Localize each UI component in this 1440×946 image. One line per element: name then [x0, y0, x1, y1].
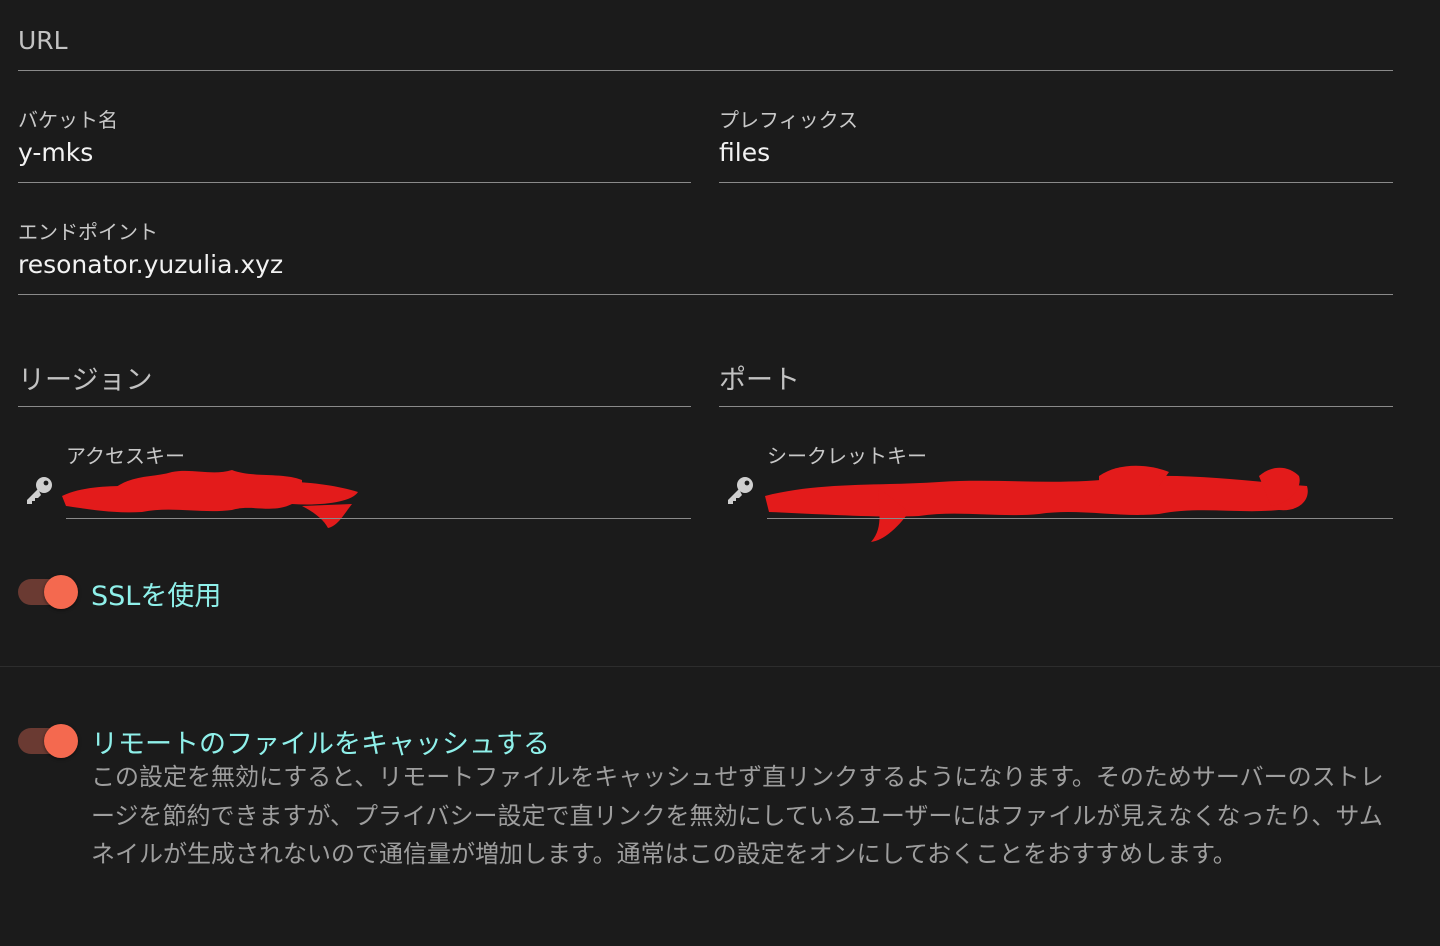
endpoint-input[interactable]: resonator.yuzulia.xyz: [18, 250, 283, 279]
key-icon: [725, 476, 755, 510]
region-underline: [18, 406, 691, 407]
port-label: ポート: [719, 365, 800, 396]
prefix-label: プレフィックス: [719, 108, 858, 132]
url-field[interactable]: URL: [18, 20, 1393, 72]
ssl-toggle[interactable]: [18, 570, 80, 614]
url-underline: [18, 70, 1393, 71]
url-label: URL: [18, 26, 68, 55]
access-key-underline: [66, 518, 691, 519]
prefix-input[interactable]: files: [719, 138, 770, 167]
key-icon: [24, 476, 54, 510]
endpoint-label: エンドポイント: [18, 220, 158, 244]
bucket-field[interactable]: バケット名 y-mks: [18, 104, 691, 184]
cache-toggle[interactable]: [18, 719, 80, 763]
secret-key-underline: [767, 518, 1393, 519]
prefix-field[interactable]: プレフィックス files: [719, 104, 1393, 184]
region-label: リージョン: [18, 365, 153, 396]
access-key-redaction: [52, 454, 372, 538]
endpoint-underline: [18, 294, 1393, 295]
cache-toggle-label[interactable]: リモートのファイルをキャッシュする: [91, 722, 550, 761]
bucket-input[interactable]: y-mks: [18, 138, 93, 167]
secret-key-redaction: [759, 456, 1319, 552]
prefix-underline: [719, 182, 1393, 183]
port-field[interactable]: ポート: [719, 356, 1393, 408]
region-field[interactable]: リージョン: [18, 356, 691, 408]
cache-toggle-thumb: [44, 724, 78, 758]
access-key-field[interactable]: アクセスキー: [18, 440, 691, 528]
endpoint-field[interactable]: エンドポイント resonator.yuzulia.xyz: [18, 216, 1393, 296]
bucket-underline: [18, 182, 691, 183]
cache-toggle-description: この設定を無効にすると、リモートファイルをキャッシュせず直リンクするようになりま…: [91, 763, 1384, 868]
bucket-label: バケット名: [18, 108, 118, 132]
section-divider: [0, 666, 1440, 667]
ssl-toggle-label[interactable]: SSLを使用: [91, 574, 221, 613]
port-underline: [719, 406, 1393, 407]
ssl-toggle-thumb: [44, 575, 78, 609]
secret-key-field[interactable]: シークレットキー: [719, 440, 1393, 542]
